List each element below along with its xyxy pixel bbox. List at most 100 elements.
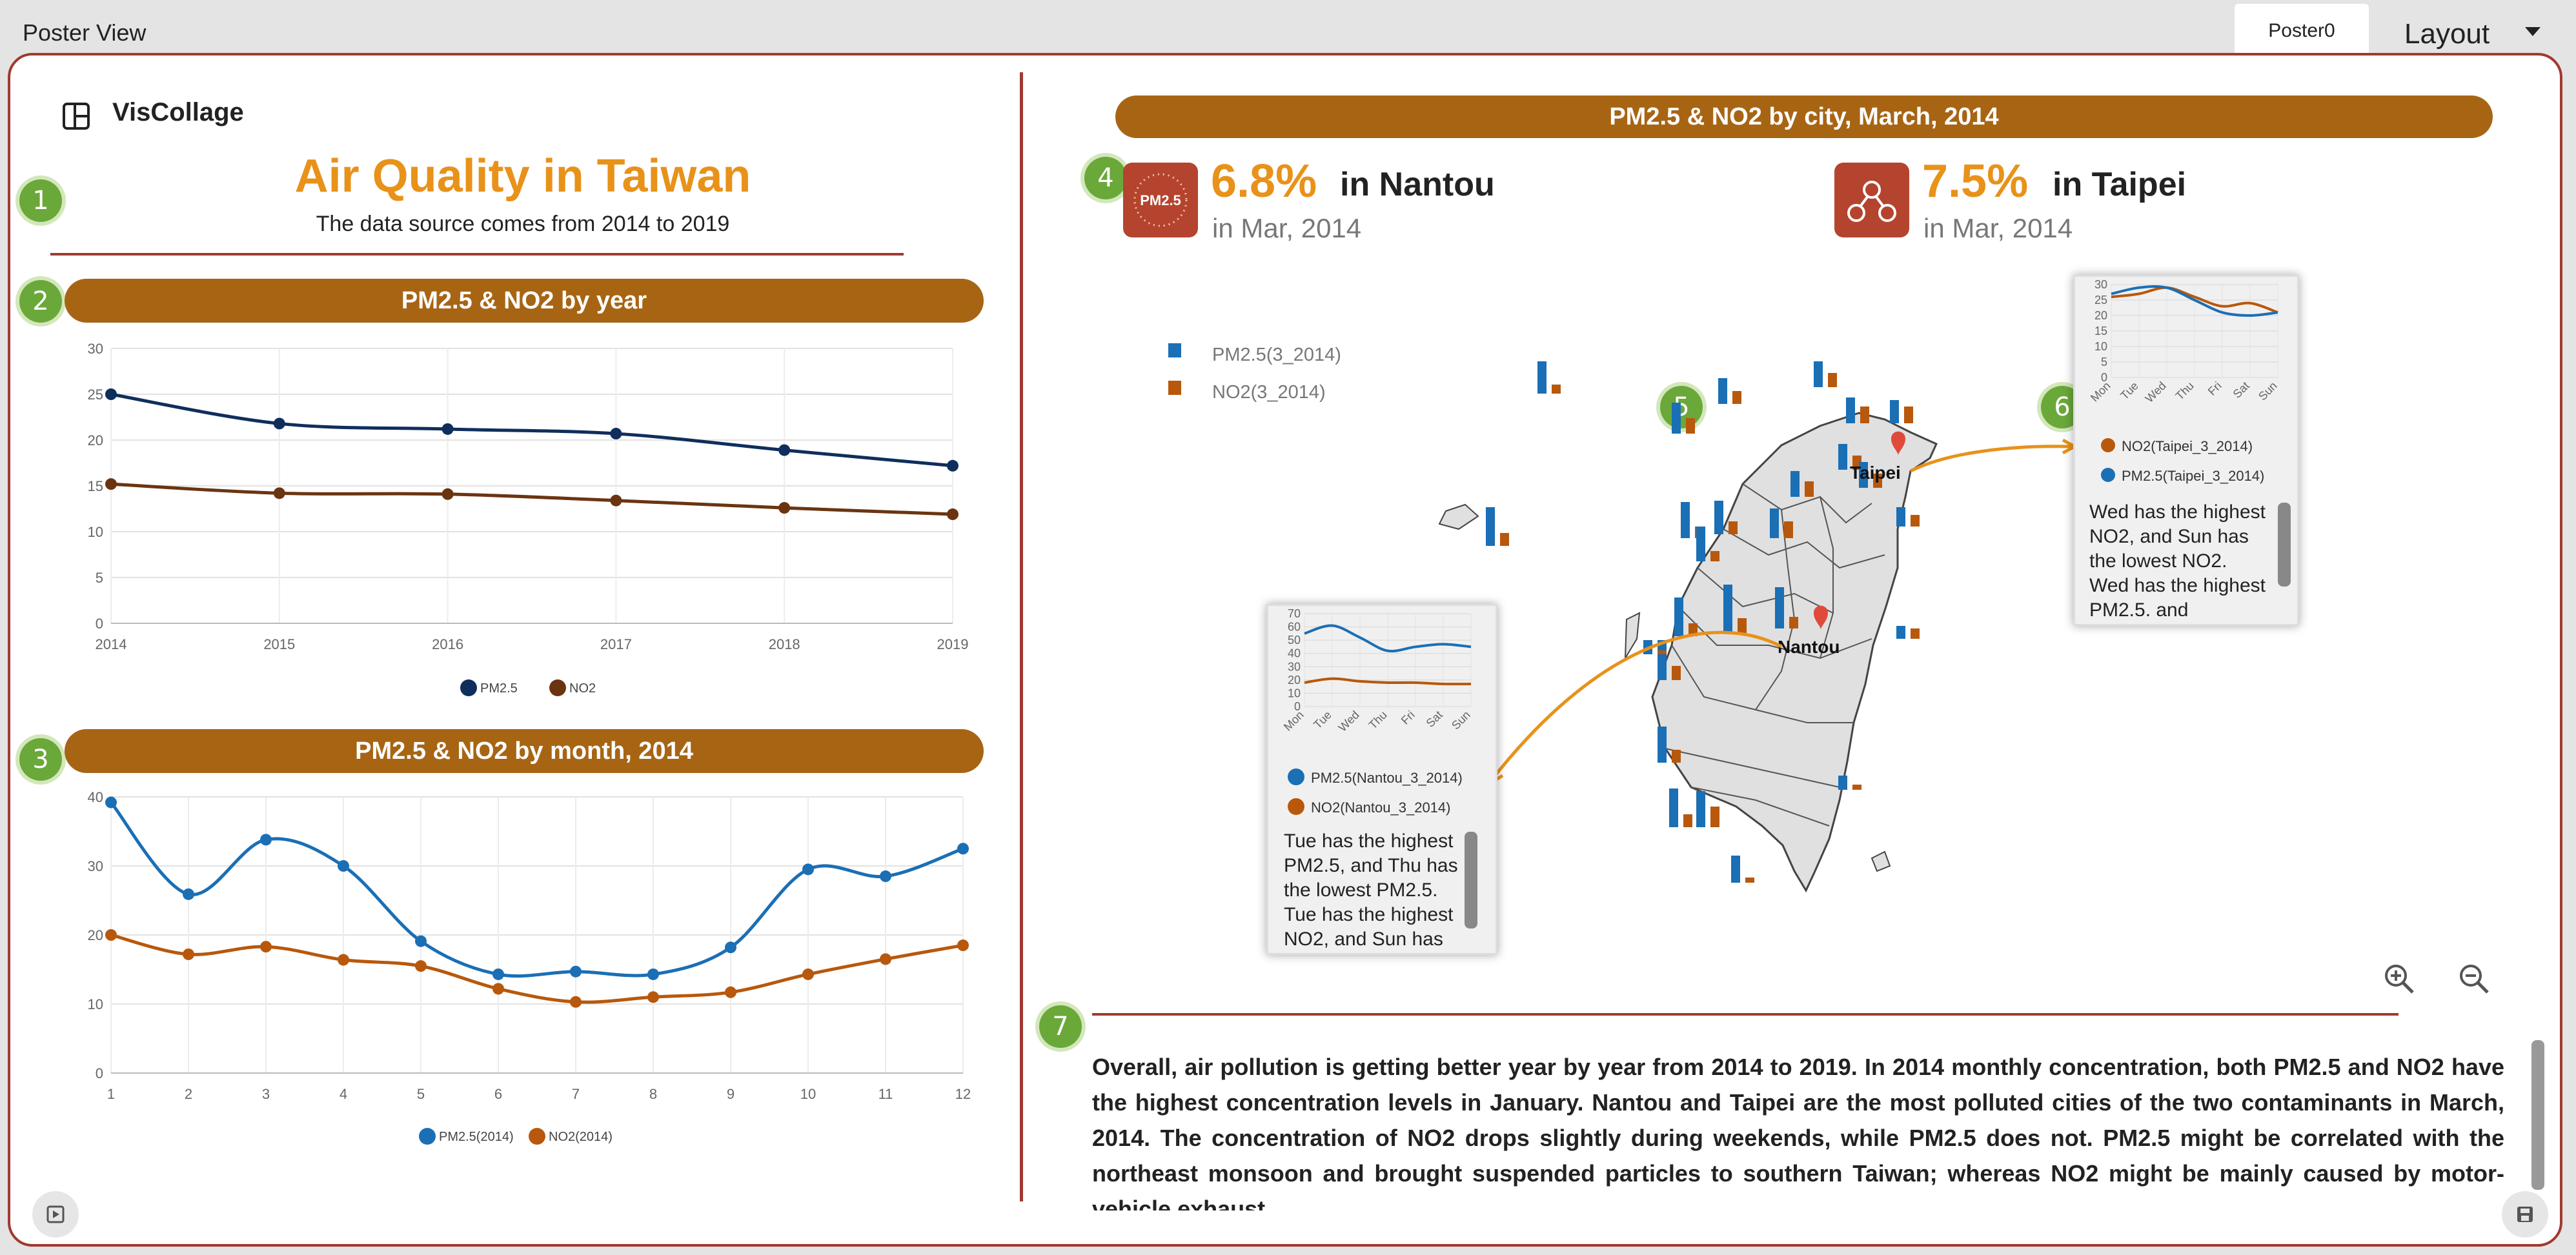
popup-nantou-text: Tue has the highest PM2.5, and Thu has t…: [1284, 830, 1458, 949]
bar-pm25: [1731, 856, 1740, 883]
legend-label: PM2.5: [480, 681, 518, 696]
x-tick-label: 2018: [769, 636, 800, 652]
data-point: [260, 941, 272, 953]
y-tick-label: 20: [88, 432, 103, 448]
column-divider: [1020, 72, 1023, 1201]
data-point: [570, 996, 582, 1008]
data-point: [610, 494, 622, 507]
data-point: [647, 991, 659, 1003]
data-point: [183, 888, 194, 900]
chart-by-month: 0102030401 2 3 4 5 6 7 8 9 10 11 12PM2.5(2014) NO2(2…: [88, 789, 971, 1145]
step-badge-1: 1: [19, 179, 62, 222]
orchid-island: [1871, 850, 1891, 872]
y-tick-label: 30: [88, 858, 103, 874]
x-tick-label: Tue: [2118, 379, 2141, 403]
popup-legend-no2: NO2(Taipei_3_2014): [2122, 438, 2253, 454]
section-banner-month: PM2.5 & NO2 by month, 2014: [65, 729, 984, 773]
data-point: [725, 986, 736, 998]
legend-dot-pm25: [1288, 768, 1304, 785]
stat-taipei-value: 7.5%: [1922, 156, 2029, 207]
stat-taipei-sub: in Mar, 2014: [1923, 213, 2073, 243]
x-tick-label: 4: [340, 1086, 347, 1102]
data-point: [492, 968, 504, 980]
data-point: [778, 444, 791, 456]
data-point: [947, 508, 958, 521]
mini-chart-taipei: 302520151050Mon Tue Wed Thu Fri Sat Sun: [2088, 278, 2280, 405]
mini-chart-nantou: 706050403020100Mon Tue Wed Thu Fri Sat Sun: [1281, 607, 1473, 734]
data-point: [105, 796, 117, 808]
data-point: [802, 968, 814, 980]
step-badge-7: 7: [1039, 1005, 1082, 1048]
x-tick-label: 2016: [432, 636, 463, 652]
scrollbar-thumb[interactable]: [2278, 503, 2291, 587]
x-tick-label: 8: [649, 1086, 657, 1102]
x-tick-label: 11: [878, 1086, 893, 1102]
chart-by-year: 0 5 10 15 20 25 30 2014 2015 2016 2017 2018 2019 PM2.…: [88, 341, 968, 696]
data-point: [947, 459, 958, 472]
bar-no2: [1552, 385, 1561, 394]
popup-nantou[interactable]: 70 60 50 40 30 20 10 0 Mon Tue Wed Thu Fri Sat Sun PM2…: [1266, 604, 1497, 955]
x-tick-label: Sat: [2231, 379, 2252, 401]
tab-poster0[interactable]: Poster0: [2235, 4, 2369, 53]
y-tick-label: 10: [2094, 340, 2107, 353]
y-tick-label: 30: [88, 341, 103, 357]
data-point: [778, 502, 791, 514]
play-icon: [46, 1205, 65, 1223]
scrollbar-thumb[interactable]: [1465, 832, 1477, 929]
x-tick-label: Sun: [2256, 379, 2280, 403]
bar-no2: [1710, 807, 1719, 827]
y-tick-label: 15: [2094, 325, 2107, 337]
legend-marker: [460, 679, 477, 696]
bar-no2: [1683, 814, 1692, 827]
y-tick-label: 70: [1288, 607, 1301, 620]
data-point: [647, 968, 659, 980]
x-tick-label: 1: [107, 1086, 115, 1102]
zoom-in-icon[interactable]: [2382, 961, 2418, 998]
data-point: [610, 428, 622, 440]
step-badge-2: 2: [19, 280, 62, 323]
section-banner-year: PM2.5 & NO2 by year: [65, 279, 984, 323]
pm25-icon-text: PM2.5: [1140, 192, 1181, 208]
y-tick-label: 0: [96, 616, 103, 632]
y-tick-label: 10: [1288, 687, 1301, 699]
x-tick-label: 2017: [600, 636, 632, 652]
save-button[interactable]: [2502, 1191, 2548, 1238]
summary-rule: [1092, 1013, 2399, 1016]
y-tick-label: 25: [88, 387, 103, 403]
popup-taipei[interactable]: 30 25 20 15 10 5 0 Mon Tue Wed Thu Fri Sat Sun NO2(Ta…: [2073, 275, 2299, 626]
x-tick-label: 9: [727, 1086, 735, 1102]
summary-text: Overall, air pollution is getting better…: [1092, 1054, 2504, 1210]
save-icon: [2517, 1207, 2533, 1222]
title-rule: [50, 253, 904, 256]
legend-dot-no2: [2101, 438, 2115, 452]
data-point: [183, 948, 194, 960]
summary-scrollbar[interactable]: [2531, 1040, 2544, 1190]
data-point: [880, 953, 891, 965]
top-bar: [0, 0, 2576, 52]
data-point: [338, 954, 349, 966]
popup-legend-no2: NO2(Nantou_3_2014): [1311, 799, 1451, 816]
app-title: Poster View: [23, 19, 147, 46]
section-banner-city: PM2.5 & NO2 by city, March, 2014: [1115, 95, 2493, 138]
stat-nantou-label: in Nantou: [1340, 166, 1495, 203]
x-tick-label: 5: [417, 1086, 425, 1102]
x-tick-label: 6: [494, 1086, 502, 1102]
play-button[interactable]: [32, 1191, 79, 1238]
legend-dot-pm25: [2101, 468, 2115, 482]
data-point: [105, 929, 117, 941]
connector-nantou: [1490, 630, 1783, 782]
data-point: [957, 939, 969, 952]
x-tick-label: Tue: [1311, 708, 1334, 732]
layout-dropdown[interactable]: Layout: [2404, 18, 2490, 50]
y-tick-label: 20: [2094, 309, 2107, 322]
data-point: [415, 935, 427, 947]
y-tick-label: 0: [96, 1065, 103, 1081]
legend-marker: [419, 1128, 436, 1145]
caret-down-icon[interactable]: [2525, 27, 2541, 36]
zoom-out-icon[interactable]: [2457, 961, 2493, 998]
legend-label: NO2(2014): [549, 1130, 613, 1144]
stat-nantou-value: 6.8%: [1211, 156, 1317, 207]
y-tick-label: 20: [1288, 674, 1301, 687]
data-point: [338, 860, 349, 872]
popup-taipei-text: Wed has the highest NO2, and Sun has the…: [2089, 501, 2266, 616]
